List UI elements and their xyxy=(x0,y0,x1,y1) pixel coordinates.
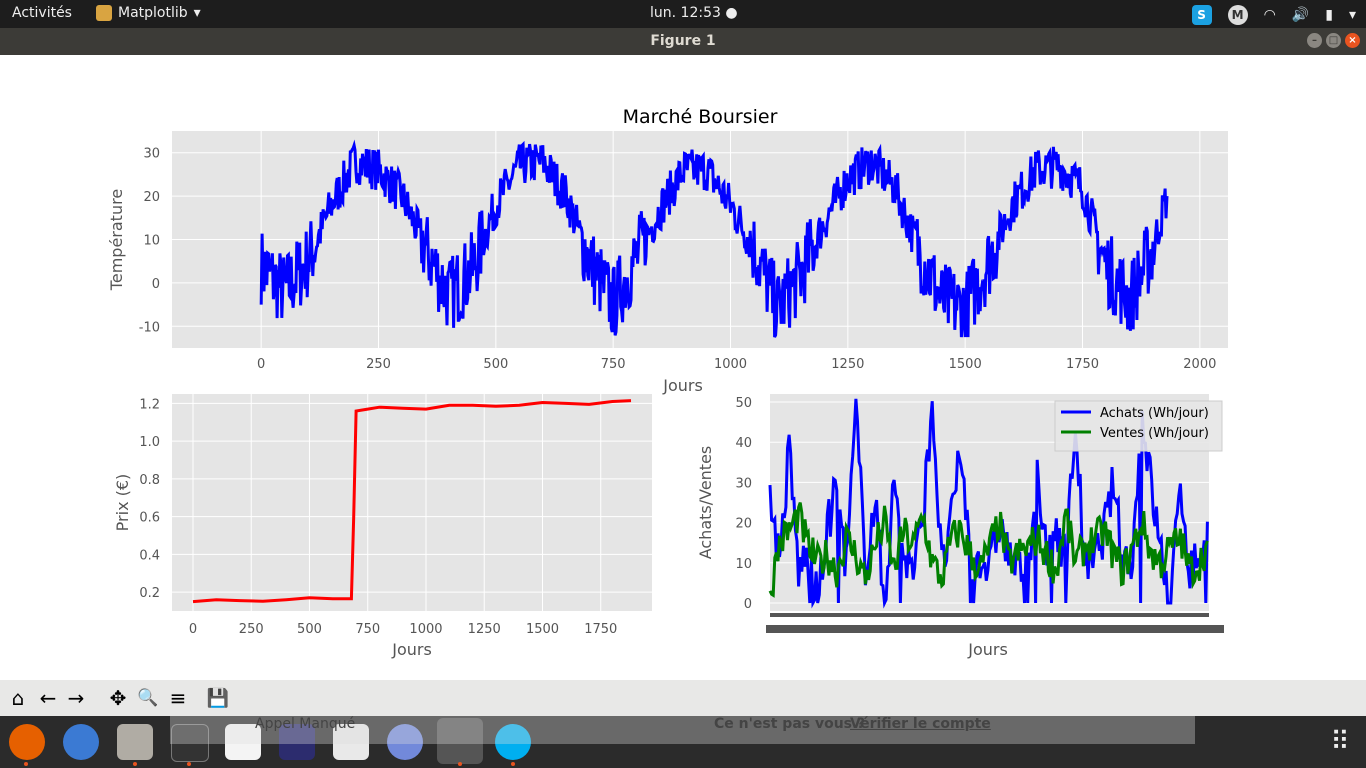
chart-title: Marché Boursier xyxy=(623,106,778,128)
home-icon[interactable]: ⌂ xyxy=(4,684,32,712)
firefox-icon[interactable] xyxy=(9,724,45,760)
activities-button[interactable]: Activités xyxy=(12,5,72,21)
x-tick-label: 2000 xyxy=(1183,357,1216,372)
app-menu[interactable]: Matplotlib ▾ xyxy=(96,5,201,21)
running-indicator xyxy=(133,762,137,766)
x-tick-label: 0 xyxy=(189,622,197,637)
configure-subplots-icon[interactable]: ≡ xyxy=(164,684,192,712)
x-axis-label: Jours xyxy=(967,640,1008,659)
running-indicator xyxy=(458,762,462,766)
x-axis-label: Jours xyxy=(391,640,432,659)
running-indicator xyxy=(187,762,191,766)
zoom-icon[interactable]: 🔍 xyxy=(134,684,162,712)
y-tick-label: 0 xyxy=(152,277,160,292)
y-tick-label: 10 xyxy=(143,234,160,249)
navigation-toolbar: ⌂ ← → ✥ 🔍 ≡ 💾 xyxy=(0,680,1366,716)
volume-icon[interactable]: 🔊 xyxy=(1292,7,1309,23)
pan-icon[interactable]: ✥ xyxy=(104,684,132,712)
y-tick-label: 30 xyxy=(735,476,752,491)
system-tray[interactable]: S M ◠ 🔊 ▮ ▾ xyxy=(1191,5,1356,25)
y-tick-label: -10 xyxy=(139,320,160,335)
back-arrow-icon[interactable]: ← xyxy=(34,684,62,712)
x-tick-label: 1750 xyxy=(1066,357,1099,372)
clock[interactable]: lun. 12:53 ● xyxy=(650,5,738,21)
notification-left-text: Appel Manqué xyxy=(255,716,356,732)
x-axis-label: Jours xyxy=(662,376,703,395)
x-tick-label: 1500 xyxy=(949,357,982,372)
wifi-icon[interactable]: ◠ xyxy=(1264,7,1276,23)
y-tick-label: 0.2 xyxy=(139,586,160,601)
x-tick-label: 1000 xyxy=(714,357,747,372)
matplotlib-app-icon xyxy=(96,5,112,21)
figure-canvas[interactable]: 0 250 500 750 1000 1250 1500 1750 2000 -10 0 10 20 30… xyxy=(0,55,1366,680)
x-tick-label: 1250 xyxy=(831,357,864,372)
maximize-button[interactable]: □ xyxy=(1326,33,1341,48)
files-icon[interactable] xyxy=(117,724,153,760)
x-tick-label: 1750 xyxy=(584,622,617,637)
legend-label: Achats (Wh/jour) xyxy=(1100,406,1209,421)
y-tick-label: 20 xyxy=(735,517,752,532)
skype-tray-icon[interactable]: S xyxy=(1191,5,1212,25)
y-axis-label: Achats/Ventes xyxy=(696,446,715,560)
y-tick-label: 10 xyxy=(735,557,752,572)
forward-arrow-icon[interactable]: → xyxy=(62,684,90,712)
figure-svg: 0 250 500 750 1000 1250 1500 1750 2000-100102030… xyxy=(107,106,1228,659)
running-indicator xyxy=(511,762,515,766)
save-icon[interactable]: 💾 xyxy=(204,684,232,712)
y-tick-label: 1.0 xyxy=(139,435,160,450)
minimize-button[interactable]: – xyxy=(1307,33,1322,48)
legend-label: Ventes (Wh/jour) xyxy=(1100,426,1209,441)
plot-margin xyxy=(755,394,770,611)
show-apps-grid-icon[interactable]: ⠿ xyxy=(1322,724,1358,760)
y-tick-label: 30 xyxy=(143,147,160,162)
x-tick-label: 500 xyxy=(297,622,322,637)
y-tick-label: 50 xyxy=(735,396,752,411)
verify-account-link[interactable]: Vérifier le compte xyxy=(850,716,991,732)
user-avatar[interactable]: M xyxy=(1227,5,1248,25)
y-tick-label: 1.2 xyxy=(139,397,160,412)
close-button[interactable]: × xyxy=(1345,33,1360,48)
x-tick-label: 750 xyxy=(355,622,380,637)
x-tick-label: 1500 xyxy=(526,622,559,637)
y-tick-label: 0.4 xyxy=(139,548,160,563)
crowded-x-tick-labels xyxy=(766,625,1224,633)
x-tick-label: 500 xyxy=(483,357,508,372)
x-tick-label: 250 xyxy=(239,622,264,637)
x-tick-label: 1250 xyxy=(468,622,501,637)
y-tick-label: 0.8 xyxy=(139,473,160,488)
y-tick-label: 20 xyxy=(143,190,160,205)
y-tick-label: 40 xyxy=(735,436,752,451)
y-tick-label: 0.6 xyxy=(139,511,160,526)
y-tick-label: 0 xyxy=(744,597,752,612)
thunderbird-icon[interactable] xyxy=(63,724,99,760)
chevron-down-icon[interactable]: ▾ xyxy=(1349,7,1356,23)
running-indicator xyxy=(24,762,28,766)
app-menu-label: Matplotlib xyxy=(118,5,188,21)
x-tick-label: 750 xyxy=(601,357,626,372)
crowded-x-ticks xyxy=(770,613,1209,617)
x-tick-label: 1000 xyxy=(409,622,442,637)
y-axis-label: Prix (€) xyxy=(113,474,132,532)
top-bar: Activités Matplotlib ▾ lun. 12:53 ● S M … xyxy=(0,0,1366,28)
y-axis-label: Température xyxy=(107,189,126,291)
window-titlebar: Figure 1 – □ × xyxy=(0,28,1366,55)
x-tick-label: 0 xyxy=(257,357,265,372)
chevron-down-icon: ▾ xyxy=(193,5,201,21)
battery-icon[interactable]: ▮ xyxy=(1325,7,1333,23)
notification-banner[interactable]: Appel Manqué Ce n'est pas vous ? Vérifie… xyxy=(170,716,1195,744)
x-tick-label: 250 xyxy=(366,357,391,372)
clock-label: lun. 12:53 xyxy=(650,5,721,21)
window-title: Figure 1 xyxy=(650,33,716,49)
notification-right-text: Ce n'est pas vous ? xyxy=(714,716,866,732)
plot-area xyxy=(172,394,652,611)
